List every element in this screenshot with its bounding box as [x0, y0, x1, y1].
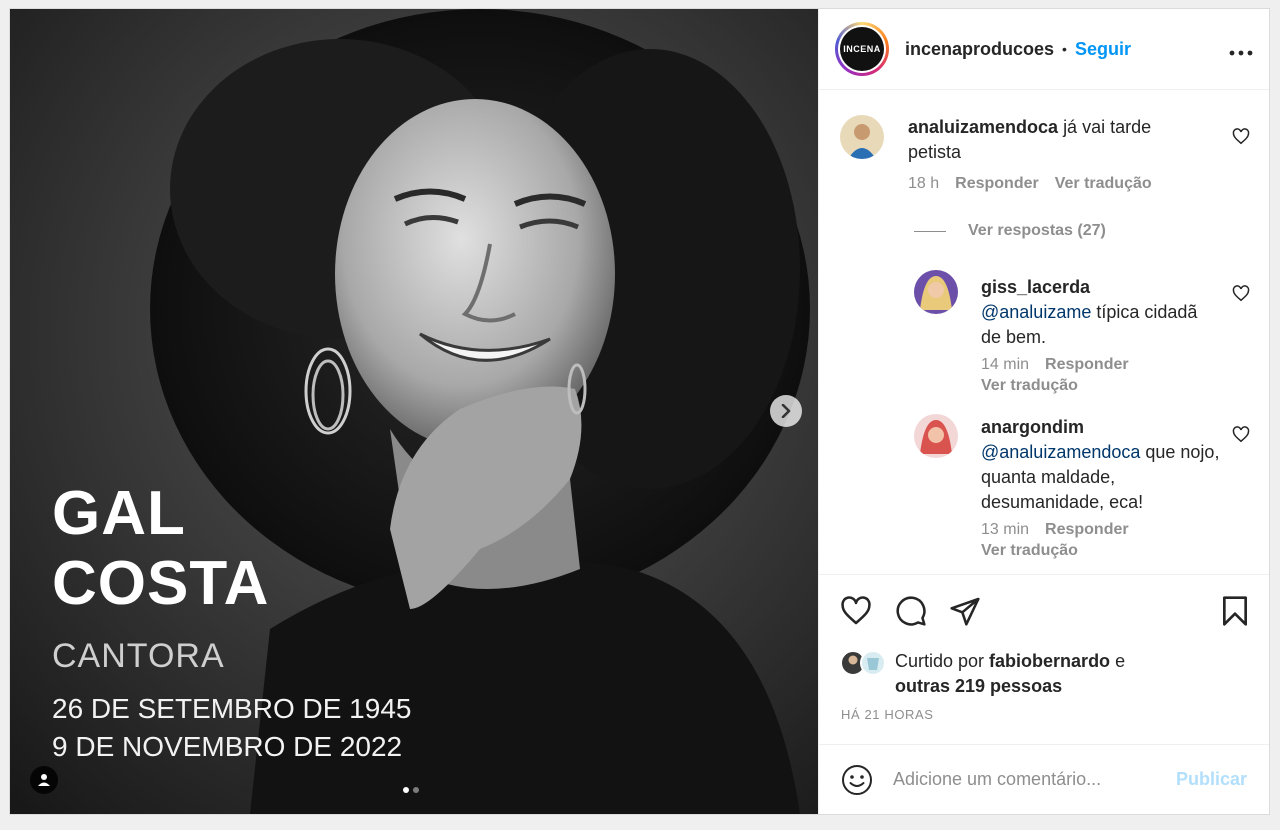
heart-icon[interactable] — [1232, 128, 1250, 145]
comment-meta: 14 min Responder — [981, 356, 1129, 374]
likes-others-button[interactable]: outras 219 pessoas — [895, 676, 1062, 696]
add-comment-form: Publicar — [819, 744, 1269, 814]
follow-button[interactable]: Seguir — [1075, 39, 1131, 60]
tagged-users-button[interactable] — [30, 766, 58, 794]
translate-button[interactable]: Ver tradução — [981, 377, 1078, 395]
view-replies-button[interactable]: Ver respostas (27) — [968, 222, 1106, 240]
chevron-right-icon — [781, 404, 791, 418]
liker-avatars — [840, 649, 888, 677]
comment-input[interactable] — [893, 769, 1176, 790]
likes-middle: e — [1110, 651, 1126, 671]
user-tag-icon — [38, 774, 50, 786]
name-line-1: GAL — [52, 479, 186, 548]
carousel-dot — [413, 787, 419, 793]
avatar[interactable] — [840, 115, 884, 159]
comment-username[interactable]: analuizamendoca — [908, 117, 1058, 137]
comment-icon[interactable] — [895, 595, 927, 627]
comment-time: 13 min — [981, 521, 1030, 538]
post-actions: Curtido por fabiobernardo e outras 219 p… — [819, 574, 1269, 744]
comment-text: giss_lacerda @analuizame típica cidadã d… — [981, 275, 1221, 350]
comment-mention[interactable]: @analuizamendoca — [981, 442, 1140, 462]
avatar-inner: INCENA — [838, 25, 886, 73]
bookmark-icon[interactable] — [1221, 595, 1249, 627]
author-username[interactable]: incenaproducoes — [905, 39, 1054, 60]
reply-button[interactable]: Responder — [1045, 521, 1129, 538]
emoji-icon[interactable] — [841, 764, 873, 796]
carousel-indicator — [403, 787, 419, 793]
comments-list: analuizamendoca já vai tarde petista 18 … — [819, 90, 1269, 574]
translate-button[interactable]: Ver tradução — [1055, 175, 1152, 192]
comment-text: analuizamendoca já vai tarde petista — [908, 115, 1208, 165]
liker-avatars-image — [840, 650, 886, 676]
comment-meta: 18 h Responder Ver tradução — [908, 175, 1152, 193]
overlay-death-date: 9 DE NOVEMBRO DE 2022 — [52, 731, 403, 762]
comment-username[interactable]: anargondim — [981, 417, 1084, 437]
liker-username[interactable]: fabiobernardo — [989, 651, 1110, 671]
name-line-2: COSTA — [52, 549, 270, 618]
overlay-name: GAL COSTA — [52, 479, 269, 619]
reply-button[interactable]: Responder — [1045, 356, 1129, 373]
more-options-button[interactable] — [1229, 36, 1253, 62]
replies-divider — [914, 231, 946, 232]
author-logo: INCENA — [840, 27, 884, 71]
comment-username[interactable]: giss_lacerda — [981, 277, 1090, 297]
overlay-birth-date: 26 DE SETEMBRO DE 1945 — [52, 693, 412, 724]
comment-mention[interactable]: @analuizame — [981, 302, 1091, 322]
share-icon[interactable] — [949, 595, 981, 627]
likes-prefix: Curtido por — [895, 651, 990, 671]
comment-time: 14 min — [981, 356, 1030, 373]
carousel-next-button[interactable] — [770, 395, 802, 427]
heart-icon[interactable] — [1232, 285, 1250, 302]
avatar-image — [914, 270, 958, 314]
post-media[interactable]: GAL COSTA CANTORA 26 DE SETEMBRO DE 1945… — [10, 9, 818, 814]
comment-meta: 13 min Responder — [981, 521, 1129, 539]
more-icon — [1229, 50, 1253, 56]
avatar[interactable] — [914, 414, 958, 458]
comment-text: anargondim @analuizamendoca que nojo, qu… — [981, 415, 1221, 515]
avatar[interactable] — [914, 270, 958, 314]
author-avatar[interactable]: INCENA — [835, 22, 889, 76]
reply-button[interactable]: Responder — [955, 175, 1039, 192]
post-header: INCENA incenaproducoes • Seguir — [819, 9, 1269, 90]
avatar-image — [914, 414, 958, 458]
comment-time: 18 h — [908, 175, 940, 192]
post-dialog: GAL COSTA CANTORA 26 DE SETEMBRO DE 1945… — [9, 8, 1270, 815]
heart-icon[interactable] — [1232, 426, 1250, 443]
likes-summary: Curtido por fabiobernardo e outras 219 p… — [895, 649, 1125, 699]
publish-button[interactable]: Publicar — [1176, 769, 1247, 790]
post-side-panel: INCENA incenaproducoes • Seguir analuiza… — [818, 9, 1269, 814]
overlay-role: CANTORA — [52, 637, 225, 675]
carousel-dot-active — [403, 787, 409, 793]
post-timestamp[interactable]: HÁ 21 HORAS — [841, 707, 934, 722]
header-separator: • — [1062, 41, 1067, 57]
translate-button[interactable]: Ver tradução — [981, 542, 1078, 560]
avatar-image — [840, 115, 884, 159]
heart-icon[interactable] — [840, 596, 872, 626]
